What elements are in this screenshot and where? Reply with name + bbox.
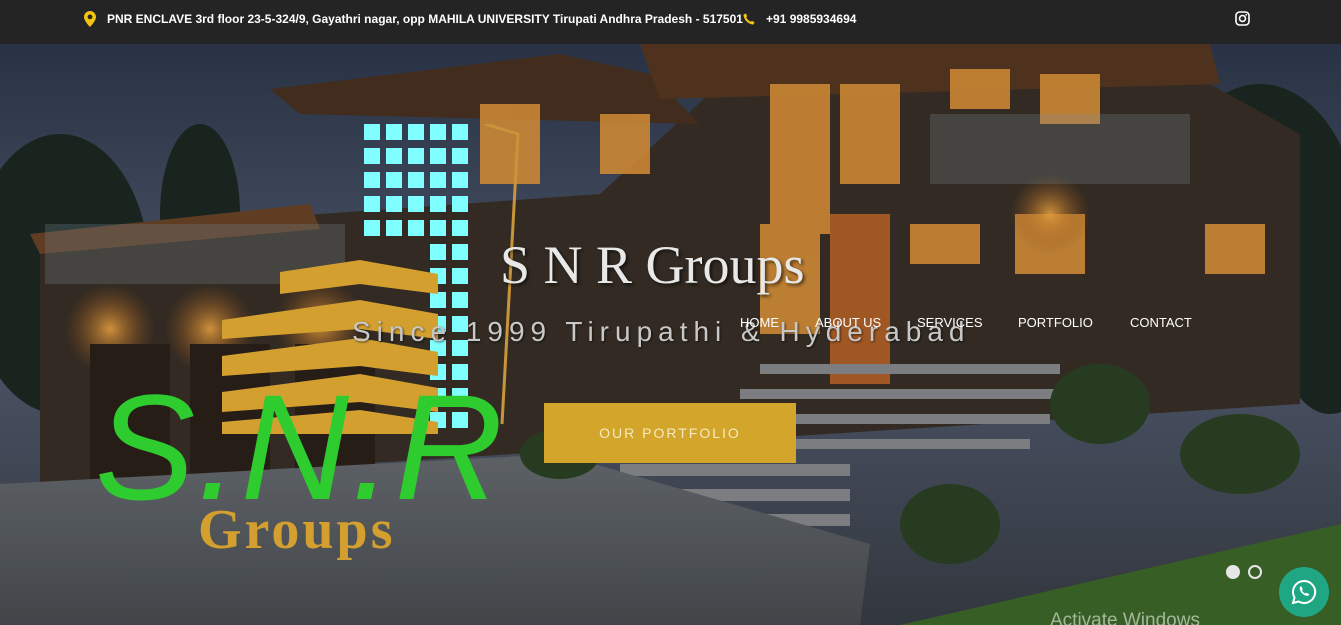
slider-dot-2[interactable] xyxy=(1248,565,1262,579)
nav-home[interactable]: HOME xyxy=(740,315,779,330)
our-portfolio-button[interactable]: OUR PORTFOLIO xyxy=(544,403,796,463)
hero-slider: S.N.R Groups S N R Groups Since 1999 Tir… xyxy=(0,44,1341,625)
slider-dot-1[interactable] xyxy=(1226,565,1240,579)
windows-activation-watermark: Activate Windows xyxy=(1050,610,1200,625)
whatsapp-icon xyxy=(1291,579,1317,605)
contact-phone[interactable]: +91 9985934694 xyxy=(766,12,856,26)
contact-address: PNR ENCLAVE 3rd floor 23-5-324/9, Gayath… xyxy=(107,12,743,26)
nav-services[interactable]: SERVICES xyxy=(917,315,983,330)
logo-groups-text: Groups xyxy=(198,499,396,561)
top-bar: PNR ENCLAVE 3rd floor 23-5-324/9, Gayath… xyxy=(0,0,1341,44)
phone-icon xyxy=(743,13,755,25)
nav-portfolio[interactable]: PORTFOLIO xyxy=(1018,315,1093,330)
whatsapp-button[interactable] xyxy=(1279,567,1329,617)
nav-contact[interactable]: CONTACT xyxy=(1130,315,1192,330)
hero-title: S N R Groups xyxy=(500,235,805,295)
map-marker-icon xyxy=(84,11,96,27)
instagram-icon[interactable] xyxy=(1235,11,1250,26)
nav-about-us[interactable]: ABOUT US xyxy=(815,315,881,330)
